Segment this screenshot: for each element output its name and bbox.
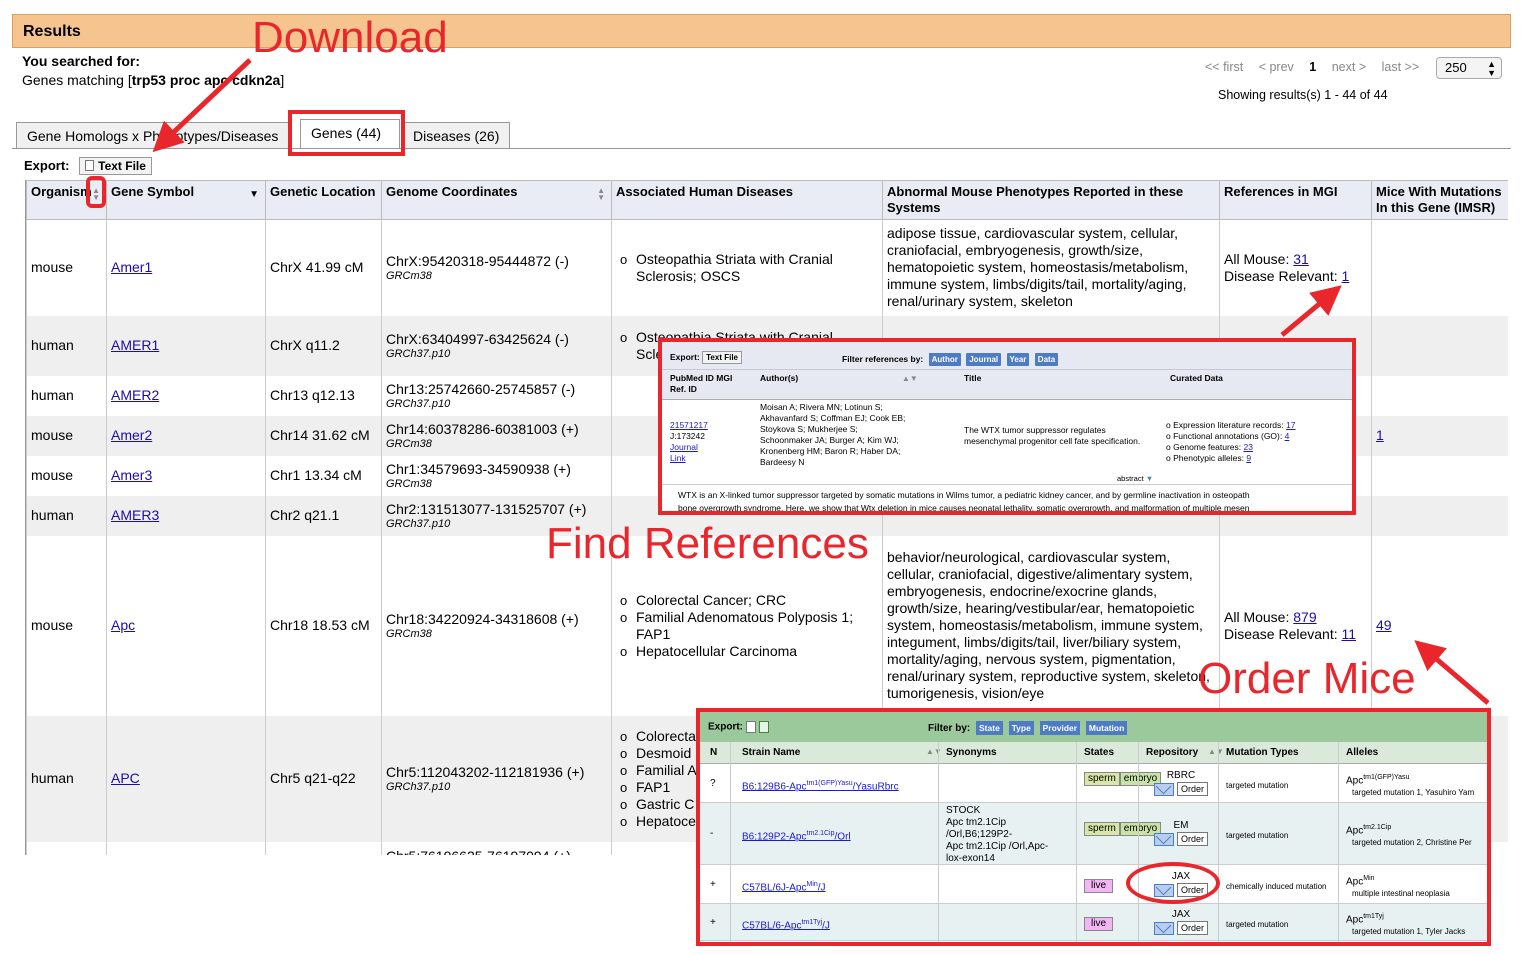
repository-name: EM xyxy=(1173,820,1189,831)
order-button[interactable]: Order xyxy=(1176,832,1208,846)
nomenclature-status: ? xyxy=(710,778,716,789)
filter-year[interactable]: Year xyxy=(1006,353,1030,366)
filter-type[interactable]: Type xyxy=(1008,721,1034,735)
nomenclature-status: + xyxy=(710,917,716,928)
allele-link[interactable]: ApcMin xyxy=(1346,873,1486,888)
mutation-type: targeted mutation xyxy=(1226,781,1289,790)
mice-toolbar: Export: Filter by: State Type Provider M… xyxy=(700,712,1487,742)
mutation-type: targeted mutation xyxy=(1226,920,1289,929)
order-button[interactable]: Order xyxy=(1176,782,1208,796)
synonyms: STOCK Apc tm2.1Cip /Orl,B6;129P2- Apc tm2.… xyxy=(946,805,1049,864)
strain-name-link[interactable]: C57BL/6J-ApcMin/J xyxy=(742,879,826,894)
allele-description: targeted mutation 2, Christine Per xyxy=(1352,838,1472,848)
filter-mutation[interactable]: Mutation xyxy=(1085,721,1128,735)
states: live xyxy=(1084,879,1114,894)
journal-link[interactable]: Journal Link xyxy=(670,442,710,464)
mice-panel: Export: Filter by: State Type Provider M… xyxy=(696,708,1491,946)
references-toolbar: Export: Text File Filter references by: … xyxy=(662,342,1352,370)
allele-link[interactable]: Apctm1Tyj xyxy=(1346,911,1486,926)
download-arrow xyxy=(152,58,252,153)
ref-authors: Moisan A; Rivera MN; Lotinun S; Akhavanf… xyxy=(760,402,906,467)
allele: Apctm1(GFP)Yasu targeted mutation 1, Yasu… xyxy=(1346,772,1486,799)
filter-journal[interactable]: Journal xyxy=(966,353,1002,366)
state-badge: live xyxy=(1084,879,1114,893)
mouse-strain-row: + C57BL/6-Apctm1Tyj/J live JAX Order targeted… xyxy=(700,904,1487,941)
email-icon[interactable] xyxy=(1153,782,1174,796)
references-header: PubMed ID MGI Ref. ID Author(s) ▲▼ Title… xyxy=(662,370,1352,400)
ref-text-file-button[interactable]: Text File xyxy=(702,351,742,364)
filter-state[interactable]: State xyxy=(976,721,1003,735)
allele: Apctm1Tyj targeted mutation 1, Tyler Jack… xyxy=(1346,911,1486,938)
ref-filter-label: Filter references by: xyxy=(842,354,924,364)
allele-link[interactable]: Apctm2.1Cip xyxy=(1346,822,1486,837)
abstract-toggle[interactable]: abstract ▼ xyxy=(1117,473,1153,484)
states: live xyxy=(1084,917,1114,932)
strain-name-link[interactable]: B6;129P2-Apctm2.1Cip/Orl xyxy=(742,828,851,843)
mouse-strain-row: + C57BL/6J-ApcMin/J live JAX Order chemically… xyxy=(700,865,1487,904)
filter-author[interactable]: Author xyxy=(928,353,961,366)
nomenclature-status: + xyxy=(710,879,716,890)
allele-description: multiple intestinal neoplasia xyxy=(1352,889,1450,899)
order-mice-arrow xyxy=(1414,640,1490,705)
spreadsheet-icon[interactable] xyxy=(759,721,769,733)
mice-header: N Strain Name ▲▼ Synonyms States Reposit… xyxy=(700,742,1487,764)
abstract-text-2: bone overgrowth syndrome. Here, we show … xyxy=(678,503,1250,513)
allele: Apctm2.1Cip targeted mutation 2, Christin… xyxy=(1346,822,1486,849)
sort-icon[interactable]: ▲▼ xyxy=(902,373,918,384)
strain-name-link[interactable]: B6;129B6-Apctm1(GFP)Yasu/YasuRbrc xyxy=(742,778,899,793)
allele: ApcMin multiple intestinal neoplasia xyxy=(1346,873,1486,900)
filter-data[interactable]: Data xyxy=(1034,353,1059,366)
state-badge: live xyxy=(1084,917,1114,931)
abstract-text-1: WTX is an X-linked tumor suppressor targ… xyxy=(678,490,1250,500)
pubmed-link[interactable]: 21571217 xyxy=(670,420,750,431)
allele-description: targeted mutation 1, Yasuhiro Yam xyxy=(1352,788,1475,798)
strain-name-link[interactable]: C57BL/6-Apctm1Tyj/J xyxy=(742,917,830,932)
allele-link[interactable]: Apctm1(GFP)Yasu xyxy=(1346,772,1486,787)
sort-icon[interactable]: ▲▼ xyxy=(1208,746,1224,758)
state-badge: sperm xyxy=(1084,822,1120,836)
annotation-order-mice: Order Mice xyxy=(1198,654,1416,703)
allele-description: targeted mutation 1, Tyler Jacks xyxy=(1352,927,1466,937)
repository-name: JAX xyxy=(1171,909,1191,920)
references-panel: Export: Text File Filter references by: … xyxy=(658,338,1356,515)
state-badge: sperm xyxy=(1084,772,1120,786)
references-arrow xyxy=(1280,285,1342,337)
order-button[interactable]: Order xyxy=(1176,921,1208,935)
triangle-down-icon: ▼ xyxy=(1145,474,1154,483)
repository: RBRC Order xyxy=(1146,770,1216,796)
curated-data-list: o Expression literature records: 17 o Fu… xyxy=(1166,420,1296,463)
email-icon[interactable] xyxy=(1153,832,1174,846)
mgi-ref-id: J:173242 xyxy=(670,431,705,441)
document-icon[interactable] xyxy=(746,721,756,733)
mouse-strain-row: ? B6;129B6-Apctm1(GFP)Yasu/YasuRbrc sperm e… xyxy=(700,765,1487,803)
mutation-type: targeted mutation xyxy=(1226,831,1289,840)
mice-filter-label: Filter by: xyxy=(928,723,971,734)
nomenclature-status: - xyxy=(710,828,714,839)
repository: JAX Order xyxy=(1146,909,1216,935)
annotation-download: Download xyxy=(252,13,448,62)
highlight-jax-order xyxy=(1126,862,1220,904)
repository-name: RBRC xyxy=(1166,770,1196,781)
filter-provider[interactable]: Provider xyxy=(1039,721,1081,735)
sort-icon[interactable]: ▲▼ xyxy=(926,746,942,758)
repository: EM Order xyxy=(1146,820,1216,846)
email-icon[interactable] xyxy=(1153,921,1174,935)
ref-title: The WTX tumor suppressor regulates mesen… xyxy=(964,425,1141,446)
mouse-strain-row: - B6;129P2-Apctm2.1Cip/Orl STOCK Apc tm2.1C… xyxy=(700,803,1487,865)
mutation-type: chemically induced mutation xyxy=(1226,882,1327,891)
annotation-find-references: Find References xyxy=(546,519,869,568)
